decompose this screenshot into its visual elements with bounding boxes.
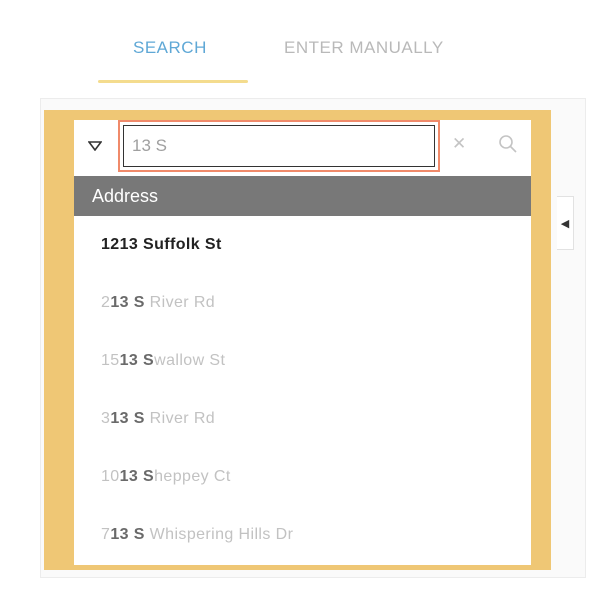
result-item[interactable]: 1513 Swallow St bbox=[74, 332, 531, 390]
result-suffix: Whispering Hills Dr bbox=[144, 526, 294, 543]
tab-enter-manually[interactable]: ENTER MANUALLY bbox=[284, 38, 444, 58]
result-prefix: 7 bbox=[101, 526, 111, 543]
result-suffix: River Rd bbox=[144, 294, 216, 311]
result-match: 13 S bbox=[110, 410, 145, 427]
active-tab-indicator bbox=[98, 80, 248, 83]
result-item[interactable]: 213 S River Rd bbox=[74, 274, 531, 332]
result-match: 13 S bbox=[110, 294, 145, 311]
result-prefix: 2 bbox=[101, 294, 111, 311]
result-suffix: heppey Ct bbox=[154, 468, 231, 485]
result-match: 13 S bbox=[119, 468, 155, 485]
caret-left-icon: ◀ bbox=[560, 217, 570, 230]
result-prefix: 3 bbox=[101, 410, 111, 427]
result-suffix: River Rd bbox=[144, 410, 216, 427]
result-match: 13 S bbox=[119, 236, 155, 253]
close-icon: ✕ bbox=[452, 134, 467, 153]
search-icon bbox=[499, 135, 517, 153]
search-input[interactable] bbox=[123, 125, 435, 167]
result-item[interactable]: 1013 Sheppey Ct bbox=[74, 448, 531, 506]
collapse-tab[interactable]: ◀ bbox=[557, 196, 574, 250]
result-match: 13 S bbox=[110, 526, 145, 543]
results-list: 1213 Suffolk St 213 S River Rd 1513 Swal… bbox=[74, 216, 531, 564]
search-widget: ✕ Address 1213 Suffolk St 213 S River Rd… bbox=[74, 120, 531, 565]
tab-search[interactable]: SEARCH bbox=[133, 38, 207, 58]
result-item[interactable]: 713 S Whispering Hills Dr bbox=[74, 506, 531, 564]
tab-bar: SEARCH ENTER MANUALLY bbox=[0, 26, 589, 86]
clear-search-button[interactable]: ✕ bbox=[452, 134, 466, 154]
result-prefix: 15 bbox=[101, 352, 120, 369]
result-prefix: 12 bbox=[101, 236, 120, 253]
search-row: ✕ bbox=[74, 120, 531, 176]
results-header: Address bbox=[74, 176, 531, 216]
result-item[interactable]: 1213 Suffolk St bbox=[74, 216, 531, 274]
search-input-wrapper bbox=[118, 120, 440, 172]
result-item[interactable]: 313 S River Rd bbox=[74, 390, 531, 448]
result-match: 13 S bbox=[119, 352, 155, 369]
caret-down-icon bbox=[88, 141, 102, 151]
source-dropdown-button[interactable] bbox=[84, 135, 106, 157]
result-suffix: uffolk St bbox=[154, 236, 222, 253]
result-suffix: wallow St bbox=[154, 352, 226, 369]
result-prefix: 10 bbox=[101, 468, 120, 485]
search-button[interactable] bbox=[498, 134, 518, 154]
